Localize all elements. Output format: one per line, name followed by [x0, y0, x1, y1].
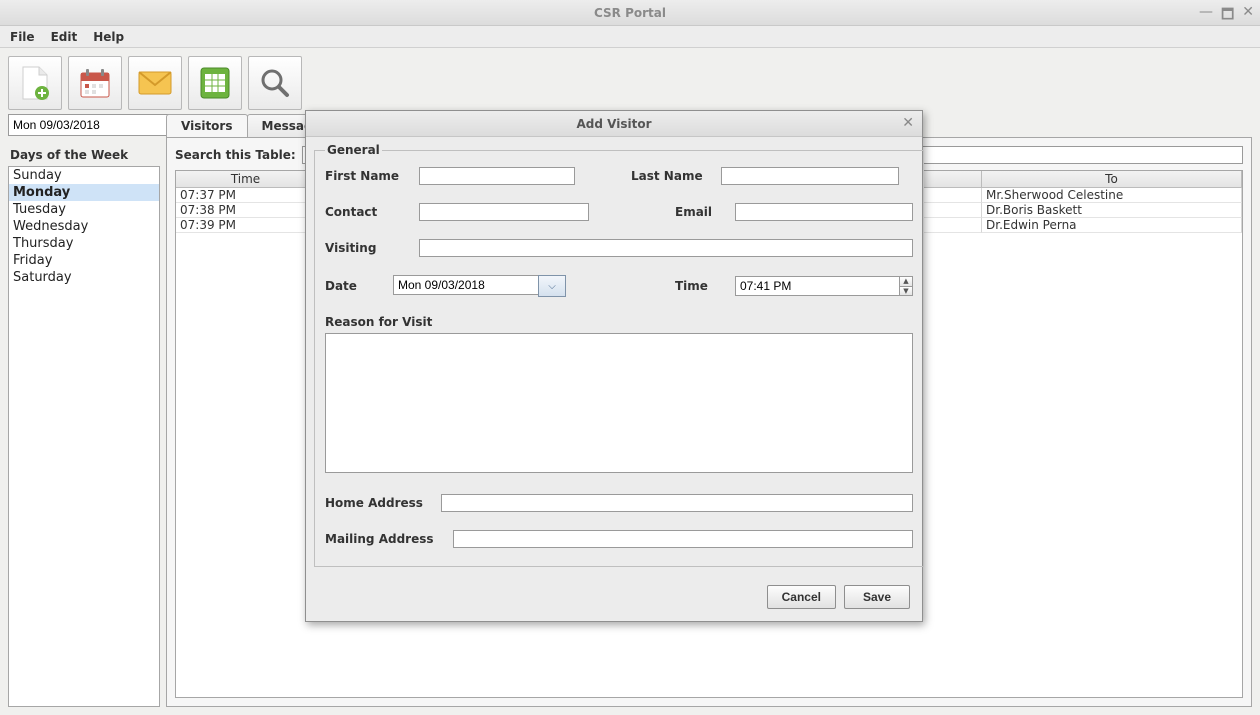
date-input[interactable]	[393, 275, 539, 295]
label-first-name: First Name	[325, 169, 411, 183]
label-last-name: Last Name	[631, 169, 713, 183]
search-button[interactable]	[248, 56, 302, 110]
label-mailing-address: Mailing Address	[325, 532, 445, 546]
main-date-input[interactable]	[8, 114, 173, 136]
dialog-title: Add Visitor	[577, 117, 652, 131]
label-date: Date	[325, 279, 385, 293]
cell-time: 07:39 PM	[176, 218, 316, 233]
close-icon[interactable]: ✕	[1242, 4, 1254, 28]
save-button[interactable]: Save	[844, 585, 910, 609]
column-header-time[interactable]: Time	[176, 171, 316, 188]
calendar-picker-icon: ⌵	[548, 281, 556, 292]
mail-button[interactable]	[128, 56, 182, 110]
new-document-icon	[20, 65, 50, 101]
cell-to: Mr.Sherwood Celestine	[982, 188, 1242, 203]
maximize-icon[interactable]: 🗖	[1221, 4, 1234, 28]
day-item-wednesday[interactable]: Wednesday	[9, 218, 159, 235]
cell-time: 07:37 PM	[176, 188, 316, 203]
new-document-button[interactable]	[8, 56, 62, 110]
days-of-week-title: Days of the Week	[8, 142, 160, 166]
mailing-address-input[interactable]	[453, 530, 913, 548]
contact-input[interactable]	[419, 203, 589, 221]
menubar: File Edit Help	[0, 26, 1260, 48]
last-name-input[interactable]	[721, 167, 899, 185]
label-visiting: Visiting	[325, 241, 411, 255]
calendar-button[interactable]	[68, 56, 122, 110]
visiting-input[interactable]	[419, 239, 913, 257]
cell-to: Dr.Boris Baskett	[982, 203, 1242, 218]
search-table-label: Search this Table:	[175, 148, 296, 162]
email-input[interactable]	[735, 203, 913, 221]
home-address-input[interactable]	[441, 494, 913, 512]
tab-visitors[interactable]: Visitors	[166, 114, 248, 137]
label-reason: Reason for Visit	[325, 315, 913, 329]
minimize-icon[interactable]: —	[1199, 4, 1213, 28]
time-spinner-up[interactable]: ▲	[899, 276, 913, 286]
window-titlebar: CSR Portal — 🗖 ✕	[0, 0, 1260, 26]
general-legend: General	[325, 143, 382, 157]
toolbar	[0, 48, 1260, 114]
dialog-close-button[interactable]: ✕	[902, 115, 914, 131]
day-item-sunday[interactable]: Sunday	[9, 167, 159, 184]
days-of-week-list[interactable]: Sunday Monday Tuesday Wednesday Thursday…	[8, 166, 160, 707]
label-home-address: Home Address	[325, 496, 433, 510]
reason-textarea[interactable]	[325, 333, 913, 473]
cancel-button[interactable]: Cancel	[767, 585, 836, 609]
day-item-friday[interactable]: Friday	[9, 252, 159, 269]
day-item-monday[interactable]: Monday	[9, 184, 159, 201]
calendar-icon	[78, 66, 112, 100]
cell-time: 07:38 PM	[176, 203, 316, 218]
label-contact: Contact	[325, 205, 411, 219]
label-email: Email	[675, 205, 727, 219]
menu-edit[interactable]: Edit	[43, 28, 86, 46]
column-header-to[interactable]: To	[982, 171, 1242, 188]
date-picker-button[interactable]: ⌵	[538, 275, 566, 297]
general-fieldset: General First Name Last Name Contact Ema…	[314, 143, 924, 567]
time-spinner-down[interactable]: ▼	[899, 286, 913, 297]
add-visitor-dialog: Add Visitor ✕ General First Name Last Na…	[305, 110, 923, 622]
day-item-saturday[interactable]: Saturday	[9, 269, 159, 286]
first-name-input[interactable]	[419, 167, 575, 185]
menu-file[interactable]: File	[2, 28, 43, 46]
cell-to: Dr.Edwin Perna	[982, 218, 1242, 233]
window-title: CSR Portal	[594, 6, 666, 20]
spreadsheet-icon	[199, 66, 231, 100]
menu-help[interactable]: Help	[85, 28, 132, 46]
label-time: Time	[675, 279, 727, 293]
day-item-thursday[interactable]: Thursday	[9, 235, 159, 252]
spreadsheet-button[interactable]	[188, 56, 242, 110]
dialog-titlebar: Add Visitor ✕	[306, 111, 922, 137]
search-icon	[259, 67, 291, 99]
day-item-tuesday[interactable]: Tuesday	[9, 201, 159, 218]
time-input[interactable]	[735, 276, 900, 296]
mail-icon	[138, 71, 172, 95]
